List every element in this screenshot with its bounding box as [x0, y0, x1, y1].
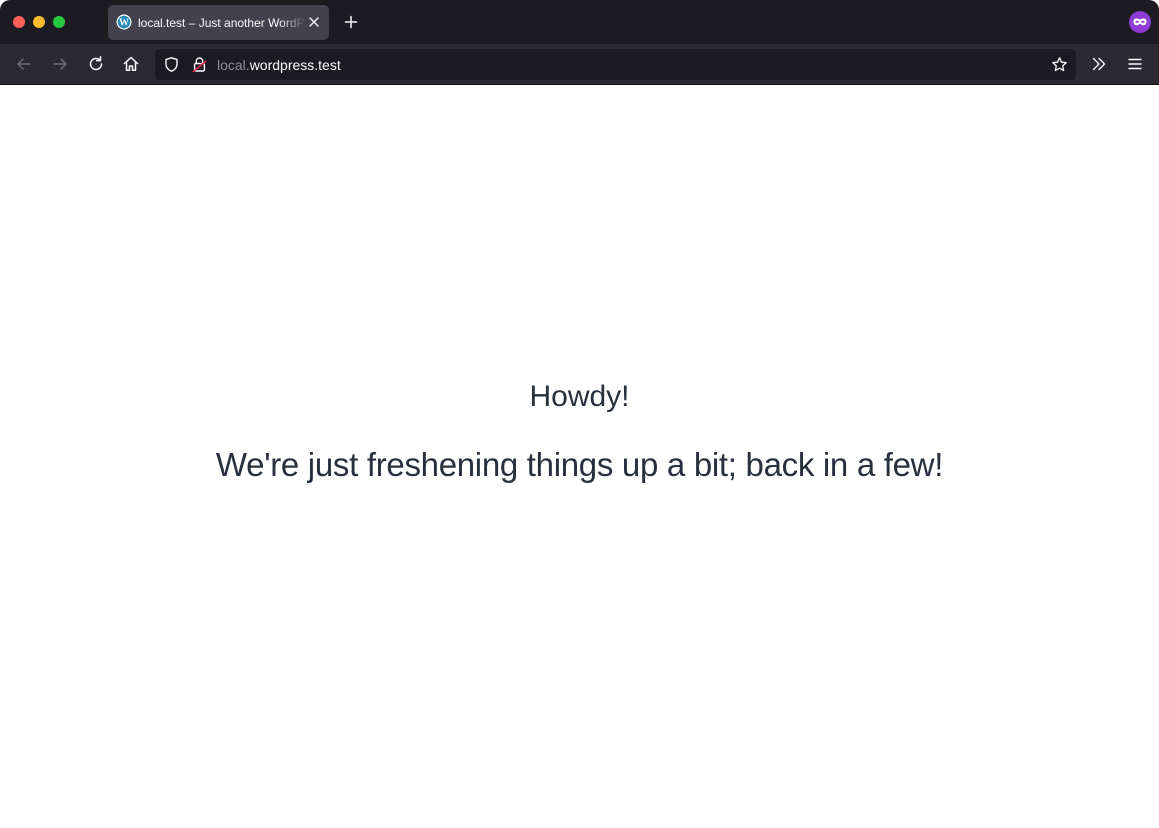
- wordpress-icon: W: [116, 14, 132, 30]
- hamburger-menu-icon[interactable]: [1125, 54, 1145, 74]
- home-icon[interactable]: [121, 54, 141, 74]
- shield-icon[interactable]: [163, 56, 180, 73]
- tab-title: local.test – Just another WordPress site: [138, 16, 306, 30]
- insecure-lock-icon[interactable]: [191, 56, 208, 73]
- star-icon[interactable]: [1051, 56, 1068, 73]
- window-minimize-button[interactable]: [33, 16, 45, 28]
- private-browsing-mask-icon[interactable]: [1129, 11, 1151, 33]
- url-host-prefix: local.: [217, 57, 250, 73]
- close-icon[interactable]: [307, 15, 321, 29]
- arrow-right-icon[interactable]: [50, 54, 70, 74]
- reload-icon[interactable]: [86, 54, 106, 74]
- window-maximize-button[interactable]: [53, 16, 65, 28]
- chevron-double-right-icon[interactable]: [1089, 54, 1109, 74]
- plus-icon[interactable]: [342, 13, 360, 31]
- window-close-button[interactable]: [13, 16, 25, 28]
- page-content: Howdy! We're just freshening things up a…: [0, 85, 1159, 828]
- maintenance-message: We're just freshening things up a bit; b…: [215, 446, 944, 483]
- arrow-left-icon[interactable]: [14, 54, 34, 74]
- browser-window: W local.test – Just another WordPress si…: [0, 0, 1159, 828]
- url-text[interactable]: local.wordpress.test: [217, 57, 341, 73]
- tab-strip: W local.test – Just another WordPress si…: [0, 0, 1159, 44]
- maintenance-greeting: Howdy!: [529, 380, 630, 413]
- svg-text:W: W: [119, 18, 129, 29]
- url-bar[interactable]: local.wordpress.test: [155, 49, 1076, 80]
- navigation-toolbar: local.wordpress.test: [0, 44, 1159, 84]
- url-host-main: wordpress.test: [249, 57, 341, 73]
- tab-active[interactable]: W local.test – Just another WordPress si…: [108, 5, 329, 40]
